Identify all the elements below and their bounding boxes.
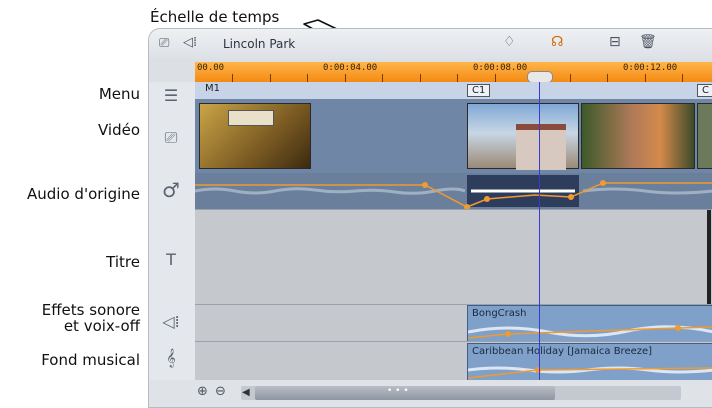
- video-clip-thumbnail-4[interactable]: [697, 103, 712, 169]
- title-track[interactable]: [195, 209, 712, 305]
- timescale-callout: Échelle de temps: [150, 8, 280, 26]
- original-audio-waveform: [194, 175, 712, 210]
- timeline-window: ⎚ ◁⁞ Lincoln Park ♢ ☊ ⊟ 🗑 00.00 0:00:04.…: [148, 28, 712, 408]
- menu-callout: Menu: [98, 85, 140, 103]
- marker-icon[interactable]: ♢: [503, 34, 516, 50]
- zoom-in-icon[interactable]: ⊕: [197, 384, 208, 399]
- menu-clip-m1[interactable]: M1: [201, 83, 224, 96]
- split-icon[interactable]: ⊟: [609, 34, 621, 50]
- sfx-clip-bongcrash[interactable]: BongCrash: [467, 305, 712, 342]
- sfx-track-icon[interactable]: ◁⁞: [159, 312, 183, 331]
- time-ruler[interactable]: 00.00 0:00:04.00 0:00:08.00 0:00:12.00: [195, 62, 712, 83]
- menu-track[interactable]: M1 C1 C: [195, 82, 712, 100]
- track-name: Lincoln Park: [223, 37, 296, 51]
- video-track-icon[interactable]: ⎚: [159, 128, 183, 148]
- title-callout: Titre: [106, 253, 140, 271]
- playhead-line[interactable]: [539, 82, 540, 380]
- timeline-toolbar: ⎚ ◁⁞ Lincoln Park ♢ ☊ ⊟ 🗑: [149, 29, 712, 59]
- audio-scrub-icon[interactable]: ☊: [551, 34, 563, 50]
- music-clip-caribbean-holiday[interactable]: Caribbean Holiday [Jamaica Breeze]: [467, 343, 712, 381]
- speaker-icon[interactable]: ◁⁞: [183, 35, 197, 50]
- music-track-icon[interactable]: 𝄞: [159, 348, 183, 368]
- chapter-marker-c[interactable]: C: [697, 84, 712, 97]
- audio-track-icon[interactable]: ♂: [159, 178, 183, 202]
- chapter-marker-c1[interactable]: C1: [467, 84, 491, 97]
- camera-icon[interactable]: ⎚: [159, 36, 169, 51]
- zoom-out-icon[interactable]: ⊖: [215, 384, 226, 399]
- horizontal-scrollbar[interactable]: ◀ • • •: [241, 386, 681, 400]
- scrollbar-grip: • • •: [387, 386, 409, 396]
- video-callout: Vidéo: [97, 121, 140, 139]
- video-clip-thumbnail-3[interactable]: [581, 103, 695, 169]
- title-track-icon[interactable]: T: [159, 250, 183, 269]
- original-audio-track[interactable]: [194, 173, 712, 210]
- menu-track-icon[interactable]: ☰: [159, 86, 183, 105]
- sound-effects-track[interactable]: BongCrash: [195, 304, 712, 342]
- ruler-label-8: 0:00:08.00: [473, 63, 528, 73]
- ruler-label-4: 0:00:04.00: [323, 63, 378, 73]
- timeline-bottom-bar: ⊕ ⊖ ◀ • • •: [149, 380, 712, 407]
- sfx-callout-line2: et voix-off: [63, 317, 140, 335]
- ruler-label-0: 00.00: [197, 63, 225, 73]
- video-clip-thumbnail-1[interactable]: [199, 103, 311, 169]
- trash-icon[interactable]: 🗑: [639, 34, 657, 50]
- music-track[interactable]: Caribbean Holiday [Jamaica Breeze]: [195, 341, 712, 381]
- video-track[interactable]: [195, 99, 712, 173]
- scroll-left-icon[interactable]: ◀: [242, 387, 250, 398]
- scrollbar-thumb[interactable]: • • •: [255, 386, 555, 400]
- ruler-label-12: 0:00:12.00: [623, 63, 678, 73]
- track-icon-column: ☰ ⎚ ♂ T ◁⁞ 𝄞: [149, 82, 196, 382]
- video-clip-thumbnail-2[interactable]: [467, 103, 579, 170]
- music-callout: Fond musical: [41, 351, 140, 369]
- music-clip-label: Caribbean Holiday [Jamaica Breeze]: [472, 346, 653, 357]
- orig-audio-callout: Audio d'origine: [27, 185, 140, 203]
